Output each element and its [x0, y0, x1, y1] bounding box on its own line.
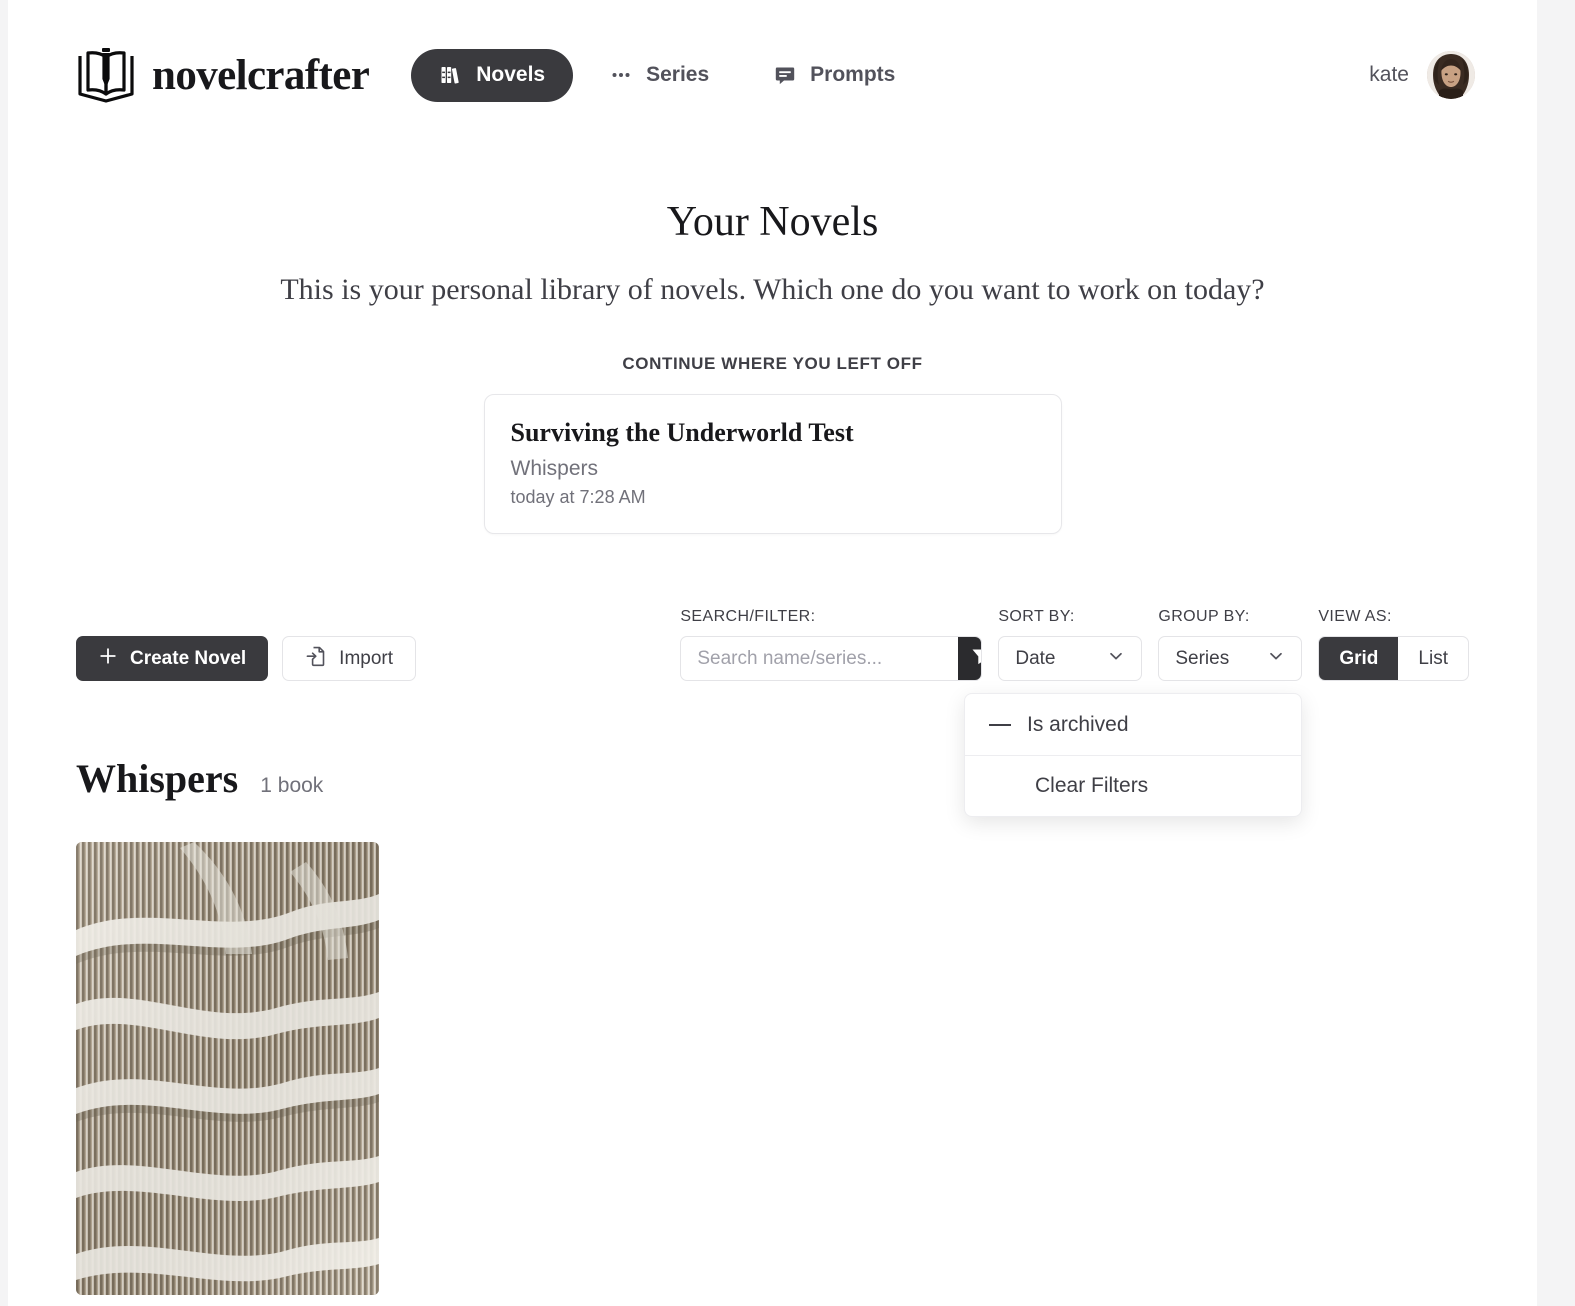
toolbar-actions: Create Novel Import [76, 636, 417, 682]
app-page: novelcrafter Novels Series Prompts kate … [8, 0, 1537, 1306]
import-label: Import [339, 647, 394, 669]
view-as-segmented: Grid List [1318, 636, 1469, 682]
filter-dropdown-menu: Is archived Clear Filters [964, 693, 1302, 818]
app-header: novelcrafter Novels Series Prompts kate [8, 0, 1537, 150]
chevron-down-icon [1107, 647, 1125, 671]
file-import-icon [305, 645, 327, 673]
toolbar-controls: SEARCH/FILTER: SORT BY: Date [680, 608, 1469, 682]
search-filter-label: SEARCH/FILTER: [680, 608, 816, 626]
group-by-select[interactable]: Series [1158, 636, 1303, 682]
user-name: kate [1369, 63, 1409, 86]
sort-by-select[interactable]: Date [998, 636, 1143, 682]
nav-item-prompts-label: Prompts [810, 63, 896, 86]
main-nav: Novels Series Prompts [411, 48, 923, 102]
create-novel-button[interactable]: Create Novel [76, 636, 269, 682]
nav-item-prompts[interactable]: Prompts [745, 49, 923, 102]
create-novel-label: Create Novel [130, 647, 247, 669]
series-book-count: 1 book [260, 774, 324, 798]
nav-item-novels[interactable]: Novels [411, 48, 574, 102]
filter-toggle-button[interactable] [958, 637, 982, 681]
book-pencil-logo-icon [76, 44, 136, 106]
sort-by-label: SORT BY: [998, 608, 1075, 626]
filter-menu-item-is-archived-label: Is archived [1027, 712, 1129, 736]
brand-name: novelcrafter [152, 51, 370, 99]
continue-card-series: Whispers [510, 457, 599, 481]
book-grid [76, 842, 1469, 1296]
nav-item-novels-label: Novels [476, 63, 546, 86]
series-title: Whispers [76, 756, 239, 802]
continue-card[interactable]: Surviving the Underworld Test Whispers t… [483, 394, 1062, 535]
book-card[interactable] [76, 842, 379, 1296]
group-by-value: Series [1175, 647, 1230, 669]
filter-menu-item-clear-filters-label: Clear Filters [1035, 774, 1149, 798]
page-title: Your Novels [666, 199, 879, 245]
brand[interactable]: novelcrafter [76, 44, 370, 106]
group-control: GROUP BY: Series [1158, 608, 1303, 682]
import-button[interactable]: Import [282, 636, 417, 682]
dash-icon [989, 723, 1011, 726]
plus-icon [98, 646, 118, 672]
search-wrap [680, 636, 983, 682]
abstract-slats-cover-icon [76, 842, 379, 1296]
group-by-label: GROUP BY: [1158, 608, 1250, 626]
sort-by-value: Date [1015, 647, 1056, 669]
chat-bubble-icon [773, 63, 797, 87]
library-toolbar: Create Novel Import SEARCH/FILTER: Searc… [8, 608, 1537, 818]
continue-section-label: CONTINUE WHERE YOU LEFT OFF [622, 354, 923, 374]
avatar[interactable] [1427, 51, 1475, 99]
filter-menu-item-is-archived[interactable]: Is archived [965, 694, 1301, 755]
nav-item-series[interactable]: Series [581, 49, 737, 102]
user-menu[interactable]: kate [1369, 51, 1475, 99]
page-subtitle: This is your personal library of novels.… [280, 273, 1265, 307]
continue-card-time: today at 7:28 AM [510, 486, 646, 507]
funnel-icon [969, 645, 982, 672]
series-group-whispers: Whispers 1 book [8, 756, 1537, 1296]
hero-section: Your Novels This is your personal librar… [8, 198, 1537, 308]
view-option-grid[interactable]: Grid [1319, 637, 1399, 681]
view-option-list[interactable]: List [1398, 637, 1468, 680]
continue-card-title: Surviving the Underworld Test [510, 418, 854, 448]
nav-item-series-label: Series [646, 63, 710, 86]
view-control: VIEW AS: Grid List [1318, 608, 1469, 682]
dots-icon [609, 63, 633, 87]
chevron-down-icon [1267, 647, 1285, 671]
sort-control: SORT BY: Date [998, 608, 1143, 682]
search-input[interactable] [681, 637, 959, 681]
filter-menu-item-clear-filters[interactable]: Clear Filters [965, 755, 1301, 816]
books-icon [439, 63, 463, 87]
view-as-label: VIEW AS: [1318, 608, 1392, 626]
search-filter-control: SEARCH/FILTER: [680, 608, 983, 682]
